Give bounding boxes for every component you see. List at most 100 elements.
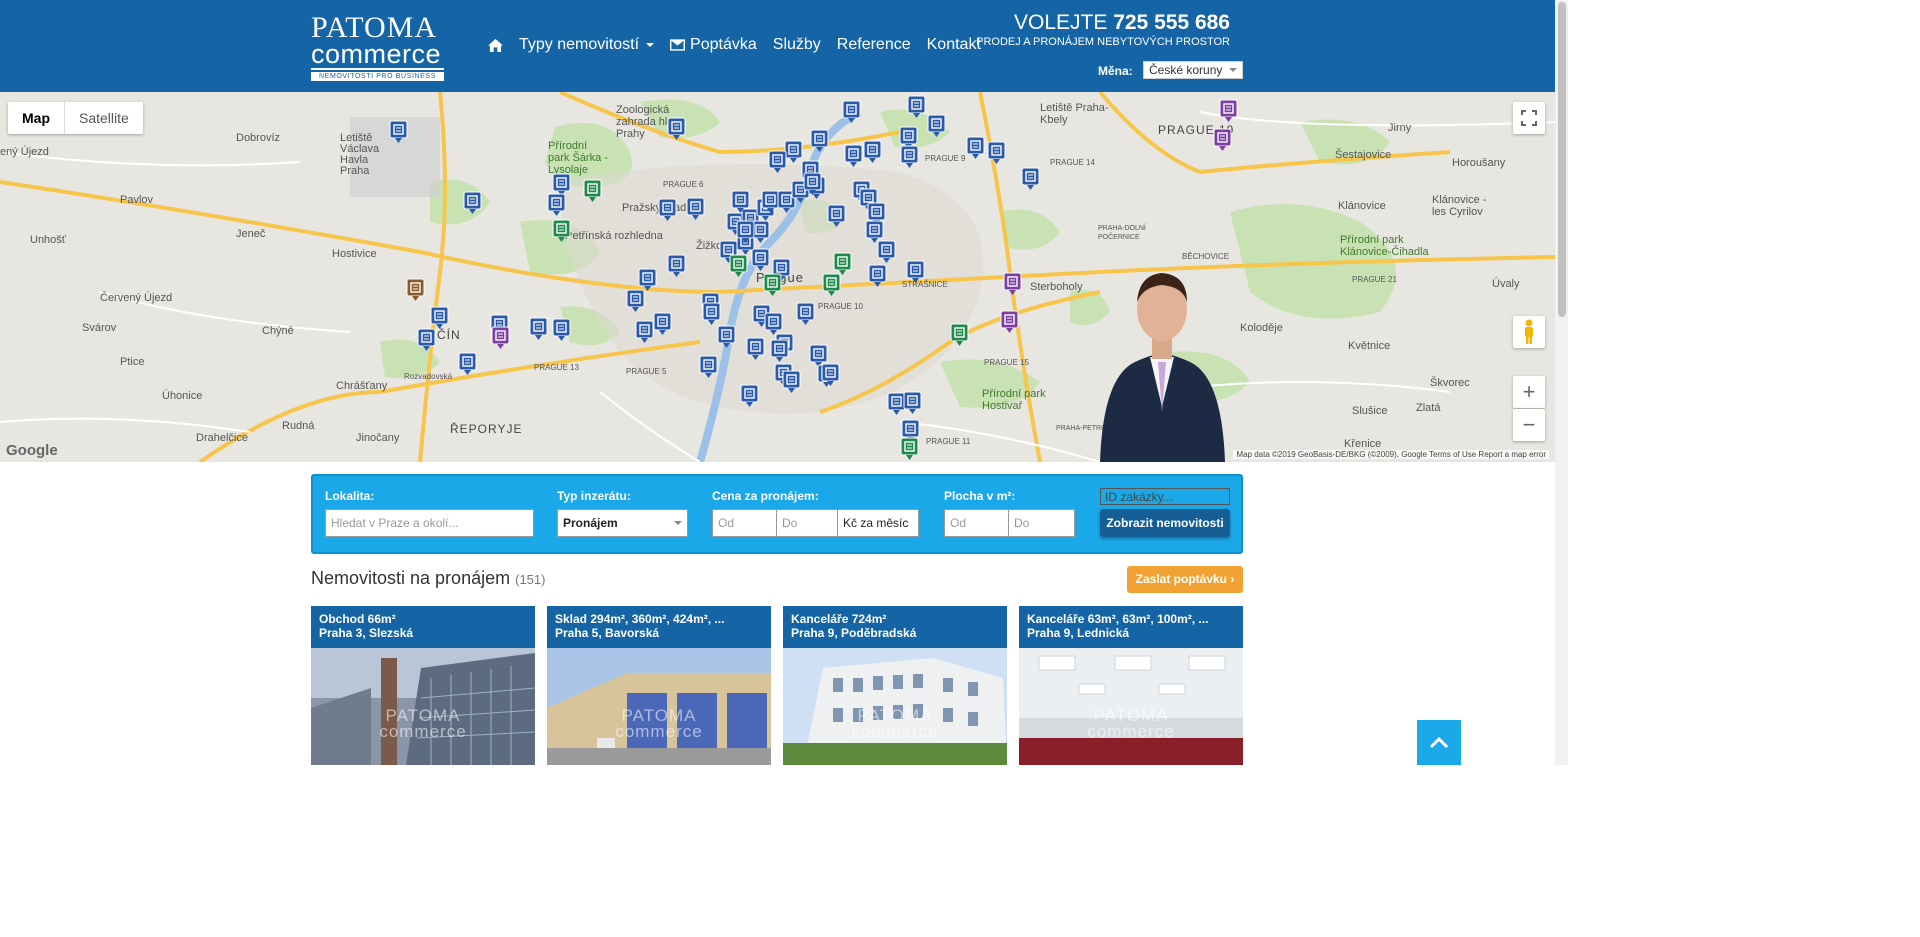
site-header: PATOMA commerce NEMOVITOSTI PRO BUSINESS… (0, 0, 1555, 92)
page-scrollbar[interactable] (1555, 0, 1568, 765)
show-properties-button[interactable]: Zobrazit nemovitosti (1100, 509, 1230, 537)
shop-pin-icon[interactable] (583, 179, 602, 203)
price-from-input[interactable]: Od (712, 509, 777, 537)
nav-home[interactable] (480, 38, 511, 52)
office-pin-icon[interactable] (463, 191, 482, 215)
office-pin-icon[interactable] (987, 141, 1006, 165)
office-pin-icon[interactable] (900, 145, 919, 169)
listing-id-input[interactable]: ID zakázky... (1100, 488, 1230, 505)
shop-pin-icon[interactable] (950, 323, 969, 347)
office-pin-icon[interactable] (529, 317, 548, 341)
retail-pin-icon[interactable] (491, 326, 510, 350)
property-card[interactable]: Kanceláře 724m² Praha 9, Poděbradská PAT… (783, 606, 1007, 765)
map-label: Horoušany (1452, 157, 1506, 169)
listing-type-select[interactable]: Pronájem (557, 509, 688, 537)
office-pin-icon[interactable] (842, 100, 861, 124)
property-map[interactable]: Zoologická zahrada hl. m. Prahy Letiště … (0, 92, 1555, 462)
retail-pin-icon[interactable] (1219, 99, 1238, 123)
office-pin-icon[interactable] (770, 339, 789, 363)
office-pin-icon[interactable] (746, 337, 765, 361)
retail-pin-icon[interactable] (1003, 272, 1022, 296)
office-pin-icon[interactable] (699, 355, 718, 379)
shop-pin-icon[interactable] (822, 273, 841, 297)
shop-pin-icon[interactable] (833, 252, 852, 276)
property-card[interactable]: Kanceláře 63m², 63m², 100m², ... Praha 9… (1019, 606, 1243, 765)
fullscreen-button[interactable] (1513, 102, 1545, 134)
office-pin-icon[interactable] (658, 198, 677, 222)
google-logo: Google (6, 442, 58, 459)
office-pin-icon[interactable] (430, 306, 449, 330)
nav-inquiry[interactable]: Poptávka (662, 36, 765, 54)
office-pin-icon[interactable] (686, 197, 705, 221)
phone-call[interactable]: VOLEJTE 725 555 686 (1014, 11, 1230, 35)
office-pin-icon[interactable] (927, 114, 946, 138)
map-type-satellite[interactable]: Satellite (64, 102, 143, 134)
retail-pin-icon[interactable] (1000, 310, 1019, 334)
office-pin-icon[interactable] (863, 140, 882, 164)
nav-property-types-label: Typy nemovitostí (519, 36, 640, 53)
warehouse-pin-icon[interactable] (406, 278, 425, 302)
zoom-out-button[interactable]: − (1513, 409, 1545, 441)
office-pin-icon[interactable] (740, 384, 759, 408)
property-card[interactable]: Sklad 294m², 360m², 424m², ... Praha 5, … (547, 606, 771, 765)
office-pin-icon[interactable] (844, 144, 863, 168)
street-view-pegman[interactable] (1513, 316, 1545, 348)
nav-services[interactable]: Služby (765, 36, 829, 54)
office-pin-icon[interactable] (877, 240, 896, 264)
shop-pin-icon[interactable] (900, 437, 919, 461)
office-pin-icon[interactable] (907, 95, 926, 119)
office-pin-icon[interactable] (782, 370, 801, 394)
office-pin-icon[interactable] (626, 289, 645, 313)
map-credits[interactable]: Map data ©2019 GeoBasis-DE/BKG (©2009), … (1233, 450, 1549, 459)
office-pin-icon[interactable] (966, 136, 985, 160)
scrollbar-thumb[interactable] (1558, 2, 1566, 317)
office-pin-icon[interactable] (667, 254, 686, 278)
office-pin-icon[interactable] (868, 264, 887, 288)
map-label: Přírodní park Šárka - Lysolaje (548, 140, 608, 176)
office-pin-icon[interactable] (796, 302, 815, 326)
office-pin-icon[interactable] (667, 117, 686, 141)
office-pin-icon[interactable] (552, 318, 571, 342)
office-pin-icon[interactable] (821, 363, 840, 387)
location-input[interactable]: Hledat v Praze a okolí... (325, 509, 534, 537)
retail-pin-icon[interactable] (1213, 128, 1232, 152)
nav-references[interactable]: Reference (829, 36, 919, 54)
shop-pin-icon[interactable] (552, 219, 571, 243)
pegman-icon (1525, 319, 1533, 344)
office-pin-icon[interactable] (389, 120, 408, 144)
currency-select[interactable]: České koruny (1143, 61, 1243, 79)
office-pin-icon[interactable] (736, 220, 755, 244)
office-pin-icon[interactable] (717, 325, 736, 349)
nav-property-types[interactable]: Typy nemovitostí (511, 36, 662, 54)
map-label: Úvaly (1492, 278, 1520, 290)
shop-pin-icon[interactable] (763, 273, 782, 297)
shop-pin-icon[interactable] (729, 254, 748, 278)
office-pin-icon[interactable] (1021, 167, 1040, 191)
office-pin-icon[interactable] (903, 391, 922, 415)
office-pin-icon[interactable] (635, 320, 654, 344)
price-to-input[interactable]: Do (776, 509, 838, 537)
office-pin-icon[interactable] (547, 193, 566, 217)
office-pin-icon[interactable] (906, 260, 925, 284)
office-pin-icon[interactable] (768, 150, 787, 174)
price-unit-select[interactable]: Kč za měsíc (837, 509, 919, 537)
area-from-input[interactable]: Od (944, 509, 1009, 537)
agent-photo (1100, 273, 1225, 462)
property-card[interactable]: Obchod 66m² Praha 3, Slezská PATOMA comme… (311, 606, 535, 765)
logo[interactable]: PATOMA commerce NEMOVITOSTI PRO BUSINESS (311, 13, 444, 81)
map-type-map[interactable]: Map (8, 102, 64, 134)
office-pin-icon[interactable] (458, 352, 477, 376)
office-pin-icon[interactable] (827, 204, 846, 228)
map-label: Petřínská rozhledna (565, 230, 663, 242)
zoom-in-button[interactable]: + (1513, 376, 1545, 408)
scroll-to-top-button[interactable] (1417, 720, 1461, 765)
office-pin-icon[interactable] (731, 190, 750, 214)
area-to-input[interactable]: Do (1008, 509, 1075, 537)
map-label: Jeneč (236, 228, 266, 240)
office-pin-icon[interactable] (653, 312, 672, 336)
send-inquiry-button[interactable]: Zaslat poptávku › (1127, 566, 1243, 593)
office-pin-icon[interactable] (810, 129, 829, 153)
office-pin-icon[interactable] (803, 172, 822, 196)
office-pin-icon[interactable] (702, 302, 721, 326)
office-pin-icon[interactable] (417, 328, 436, 352)
